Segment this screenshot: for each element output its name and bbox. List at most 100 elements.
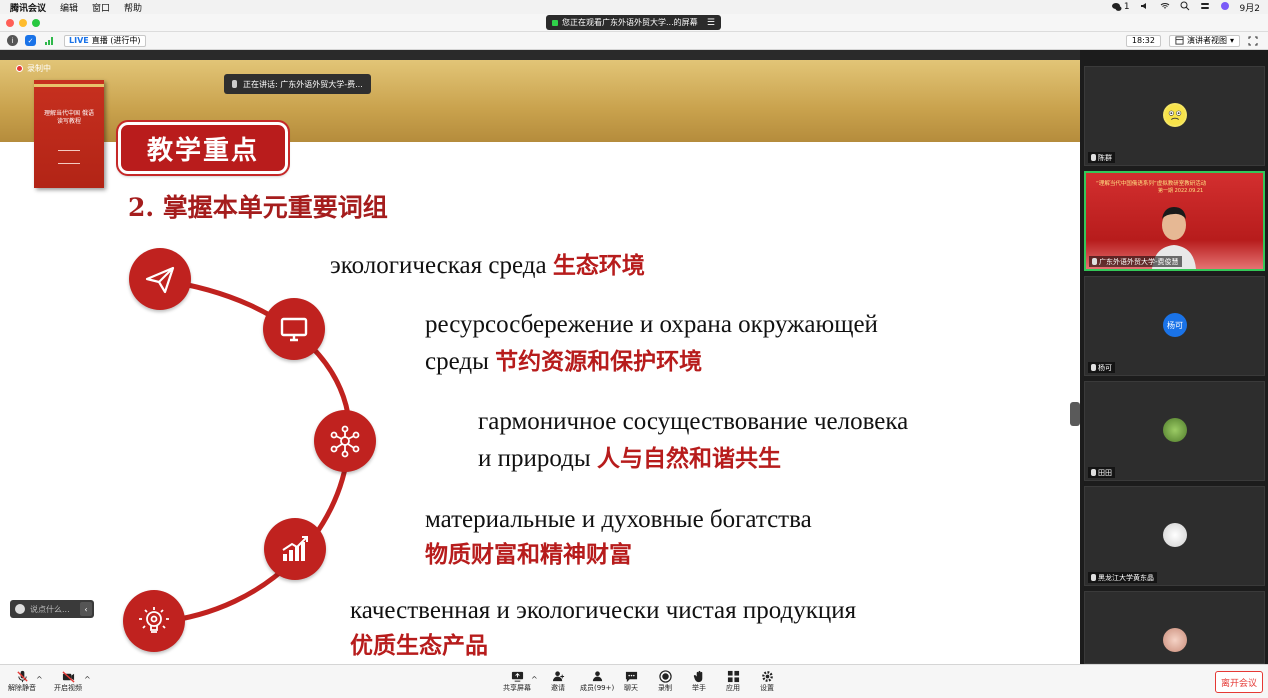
- participant-panel: 陈群 “理解当代中国俄语系列”虚拟教研室教研活动 第一期 2022.09.21 …: [1080, 50, 1268, 664]
- view-mode-dropdown[interactable]: 演讲者视图 ▾: [1168, 34, 1240, 47]
- participant-tile[interactable]: [1084, 591, 1265, 664]
- members-icon: [590, 669, 604, 683]
- growth-chart-icon: [264, 518, 326, 580]
- participant-name-label: 陈群: [1088, 152, 1115, 163]
- menu-help[interactable]: 帮助: [124, 1, 142, 14]
- phrase-1: экологическая среда 生态环境: [330, 247, 645, 285]
- members-label: 成员(99+): [580, 684, 615, 692]
- share-screen-label: 共享屏幕: [503, 684, 531, 692]
- phrase-4: материальные и духовные богатства 物质财富和精…: [425, 501, 812, 572]
- participant-name-label: 广东外语外贸大学-费俊慧: [1089, 256, 1182, 267]
- participant-tile[interactable]: 黑龙江大学黄东晶: [1084, 486, 1265, 586]
- wifi-icon[interactable]: [1160, 1, 1170, 14]
- record-button[interactable]: 录制: [658, 669, 672, 693]
- control-center-icon[interactable]: [1200, 1, 1210, 14]
- system-menubar: 腾讯会议 编辑 窗口 帮助 1 9月2: [0, 0, 1268, 14]
- menu-lines-icon[interactable]: ☰: [707, 18, 715, 28]
- photo-avatar: [1163, 418, 1187, 442]
- emoji-avatar: [1163, 103, 1187, 127]
- menu-window[interactable]: 窗口: [92, 1, 110, 14]
- zoom-window-button[interactable]: [32, 19, 40, 27]
- phrase-2-ru-line1: ресурсосбережение и охрана окружающей: [425, 311, 878, 338]
- chat-label: 聊天: [624, 684, 638, 692]
- close-window-button[interactable]: [6, 19, 14, 27]
- notif-count: 1: [1123, 2, 1130, 12]
- info-icon[interactable]: i: [7, 35, 18, 46]
- minimize-window-button[interactable]: [19, 19, 27, 27]
- chat-bubble-icon: [624, 669, 638, 683]
- start-video-button[interactable]: 开启视频: [54, 669, 82, 693]
- settings-button[interactable]: 设置: [760, 669, 774, 693]
- live-status-text: 直播 (进行中): [91, 36, 141, 45]
- chevron-down-icon: ▾: [1229, 36, 1234, 45]
- paper-plane-icon: [129, 248, 191, 310]
- video-options-caret[interactable]: ^: [84, 675, 91, 684]
- unmute-button[interactable]: 解除静音: [8, 669, 36, 693]
- meeting-toolbar: i ✓ LIVE 直播 (进行中) 18:32 演讲者视图 ▾: [0, 32, 1268, 50]
- chat-button[interactable]: 聊天: [624, 669, 638, 693]
- menu-edit[interactable]: 编辑: [60, 1, 78, 14]
- phrase-1-cn: 生态环境: [552, 253, 645, 279]
- raise-hand-button[interactable]: 举手: [692, 669, 706, 693]
- participant-tile[interactable]: 田田: [1084, 381, 1265, 481]
- apps-label: 应用: [726, 684, 740, 692]
- meeting-controls-bar: 解除静音 ^ 开启视频 ^ 共享屏幕 ^ 邀请 成员(99+) 聊天 录制 举手…: [0, 664, 1268, 698]
- siri-icon[interactable]: [1220, 1, 1230, 14]
- phrase-5-ru: качественная и экологически чистая проду…: [350, 597, 857, 624]
- slide: 录制中 正在讲话: 广东外语外贸大学-费... 理解当代中国 俄语读写教程 教学…: [0, 60, 1080, 664]
- participant-name-label: 杨可: [1088, 362, 1115, 373]
- share-screen-button[interactable]: 共享屏幕: [503, 669, 531, 693]
- app-menu[interactable]: 腾讯会议: [10, 1, 46, 14]
- quick-chat-input[interactable]: 说点什么... ‹: [10, 600, 94, 618]
- panel-collapse-handle[interactable]: [1070, 402, 1080, 426]
- participant-tile[interactable]: 杨可 杨可: [1084, 276, 1265, 376]
- audio-options-caret[interactable]: ^: [36, 675, 43, 684]
- record-icon: [658, 669, 672, 683]
- view-mode-label: 演讲者视图: [1186, 36, 1227, 45]
- phrase-3-ru-line1: гармоничное сосуществование человека: [478, 408, 909, 435]
- window-titlebar: 您正在观看广东外语外贸大学...的屏幕 ☰: [0, 14, 1268, 32]
- participant-tile-active-speaker[interactable]: “理解当代中国俄语系列”虚拟教研室教研活动 第一期 2022.09.21 广东外…: [1084, 171, 1265, 271]
- start-video-label: 开启视频: [54, 684, 82, 692]
- text-avatar: 杨可: [1163, 313, 1187, 337]
- mic-icon: [1091, 364, 1096, 371]
- shared-screen-area: 录制中 正在讲话: 广东外语外贸大学-费... 理解当代中国 俄语读写教程 教学…: [0, 50, 1080, 664]
- leave-meeting-button[interactable]: 离开会议: [1215, 671, 1263, 693]
- add-user-icon: [551, 669, 565, 683]
- phrase-3-ru-line2: и природы: [478, 445, 597, 472]
- unmute-label: 解除静音: [8, 684, 36, 692]
- mic-icon: [1092, 258, 1097, 265]
- live-status-badge[interactable]: LIVE 直播 (进行中): [64, 34, 146, 47]
- signal-icon[interactable]: [43, 35, 54, 46]
- window-controls: [6, 19, 40, 27]
- phrase-2-ru-line2: среды: [425, 348, 496, 375]
- menubar-date[interactable]: 9月2: [1240, 1, 1260, 14]
- fullscreen-icon[interactable]: [1248, 31, 1258, 50]
- invite-button[interactable]: 邀请: [551, 669, 565, 693]
- spotlight-icon[interactable]: [1180, 1, 1190, 14]
- share-options-caret[interactable]: ^: [531, 675, 538, 684]
- hand-icon: [692, 669, 706, 683]
- mic-icon: [1091, 469, 1096, 476]
- live-label: LIVE: [69, 36, 89, 45]
- phrase-5-cn: 优质生态产品: [350, 633, 488, 659]
- wechat-icon[interactable]: 1: [1111, 2, 1130, 12]
- participant-tile[interactable]: 陈群: [1084, 66, 1265, 166]
- collapse-chat-icon[interactable]: ‹: [80, 602, 92, 616]
- phrase-4-cn: 物质财富和精神财富: [425, 542, 632, 568]
- volume-icon[interactable]: [1140, 1, 1150, 14]
- phrase-2: ресурсосбережение и охрана окружающей ср…: [425, 306, 878, 381]
- gear-icon: [760, 669, 774, 683]
- members-button[interactable]: 成员(99+): [580, 669, 614, 693]
- emoji-icon[interactable]: [15, 604, 25, 614]
- participant-name: 杨可: [1098, 363, 1112, 372]
- shield-icon[interactable]: ✓: [25, 35, 36, 46]
- apps-button[interactable]: 应用: [726, 669, 740, 693]
- invite-label: 邀请: [551, 684, 565, 692]
- screen-share-indicator[interactable]: 您正在观看广东外语外贸大学...的屏幕 ☰: [546, 15, 721, 30]
- phrase-5: качественная и экологически чистая проду…: [350, 592, 856, 663]
- mic-icon: [1091, 154, 1096, 161]
- phrase-1-ru: экологическая среда: [330, 252, 553, 279]
- participant-name: 广东外语外贸大学-费俊慧: [1099, 257, 1179, 266]
- network-icon: [314, 410, 376, 472]
